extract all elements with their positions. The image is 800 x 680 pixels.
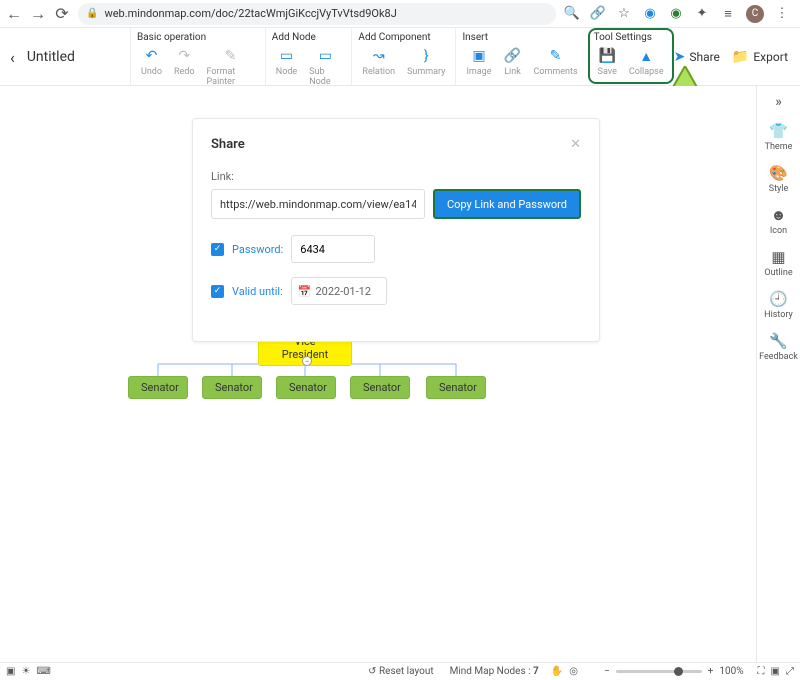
- share-icon: ➤: [674, 49, 686, 65]
- undo-button[interactable]: ↶Undo: [137, 47, 166, 87]
- panel-feedback[interactable]: 🔧Feedback: [759, 332, 798, 362]
- node-senator-5[interactable]: Senator: [426, 376, 486, 399]
- subnode-icon: ▭: [316, 47, 334, 65]
- ext2-icon[interactable]: ◉: [668, 6, 684, 22]
- group-add-node: Add Node ▭Node ▭Sub Node: [265, 28, 352, 86]
- share-dialog: Share ✕ Link: Copy Link and Password ✓ P…: [192, 118, 600, 342]
- present-icon[interactable]: ▣: [6, 666, 15, 677]
- valid-until-checkbox[interactable]: ✓: [211, 285, 224, 298]
- panel-collapse-icon[interactable]: »: [775, 94, 782, 110]
- export-action[interactable]: 📁Export: [732, 49, 788, 65]
- emoji-icon: ☻: [771, 206, 787, 224]
- forward-icon[interactable]: →: [30, 6, 46, 22]
- profile-avatar[interactable]: C: [746, 5, 764, 23]
- group-basic: Basic operation ↶Undo ↷Redo ✎Format Pain…: [130, 28, 265, 86]
- panel-theme[interactable]: 👕Theme: [765, 122, 793, 152]
- reading-list-icon[interactable]: ≡: [720, 6, 736, 22]
- comment-icon: ✎: [547, 47, 565, 65]
- feedback-icon: 🔧: [769, 332, 788, 350]
- theme-icon: 👕: [769, 122, 788, 140]
- share-url-icon[interactable]: 🔗: [590, 6, 606, 22]
- node-senator-3[interactable]: Senator: [276, 376, 336, 399]
- back-icon[interactable]: ←: [6, 6, 22, 22]
- address-bar[interactable]: 🔒 web.mindonmap.com/doc/22tacWmjGiKccjVy…: [78, 3, 556, 25]
- image-icon: ▣: [470, 47, 488, 65]
- link-icon: 🔗: [504, 47, 522, 65]
- close-icon[interactable]: ✕: [570, 137, 581, 152]
- outline-icon: ▦: [771, 248, 785, 266]
- lock-icon: 🔒: [86, 8, 98, 19]
- node-button[interactable]: ▭Node: [272, 47, 301, 87]
- password-checkbox[interactable]: ✓: [211, 243, 224, 256]
- link-label: Link:: [211, 170, 581, 183]
- image-button[interactable]: ▣Image: [462, 47, 495, 77]
- star-icon[interactable]: ☆: [616, 6, 632, 22]
- panel-outline[interactable]: ▦Outline: [764, 248, 792, 278]
- doc-title[interactable]: Untitled: [27, 49, 75, 65]
- browser-right-icons: 🔍 🔗 ☆ ◉ ◉ ✦ ≡ C ⋮: [564, 5, 794, 23]
- brush-icon: ✎: [222, 47, 240, 65]
- fullscreen-icon[interactable]: ⤢: [786, 666, 794, 677]
- collapse-icon: ▲: [637, 47, 655, 65]
- reset-layout-button[interactable]: ↺ Reset layout: [368, 666, 433, 677]
- password-label: Password:: [232, 243, 283, 256]
- keyboard-icon[interactable]: ⌨: [36, 666, 50, 677]
- summary-button[interactable]: }Summary: [403, 47, 449, 77]
- relation-button[interactable]: ↝Relation: [358, 47, 399, 77]
- palette-icon: 🎨: [769, 164, 788, 182]
- node-icon: ▭: [278, 47, 296, 65]
- ext1-icon[interactable]: ◉: [642, 6, 658, 22]
- copy-link-button[interactable]: Copy Link and Password: [433, 189, 581, 219]
- group-add-component: Add Component ↝Relation }Summary: [351, 28, 455, 86]
- node-senator-1[interactable]: Senator: [128, 376, 188, 399]
- zoom-level: 100%: [719, 666, 743, 677]
- status-bar: ▣ ☀ ⌨ ↺ Reset layout Mind Map Nodes : 7 …: [0, 662, 800, 680]
- fit-icon[interactable]: ⛶: [758, 666, 765, 677]
- dialog-title: Share: [211, 137, 245, 152]
- browser-bar: ← → ⟳ 🔒 web.mindonmap.com/doc/22tacWmjGi…: [0, 0, 800, 28]
- comments-button[interactable]: ✎Comments: [530, 47, 582, 77]
- hand-tool-icon[interactable]: ✋: [551, 666, 563, 677]
- canvas[interactable]: Vice President − Senator Senator Senator…: [0, 86, 756, 662]
- target-icon[interactable]: ◎: [569, 666, 578, 677]
- node-senator-4[interactable]: Senator: [350, 376, 410, 399]
- extensions-icon[interactable]: ✦: [694, 6, 710, 22]
- menu-icon[interactable]: ⋮: [774, 6, 790, 22]
- redo-icon: ↷: [175, 47, 193, 65]
- export-icon: 📁: [732, 49, 749, 65]
- group-insert: Insert ▣Image 🔗Link ✎Comments: [455, 28, 587, 86]
- relation-icon: ↝: [370, 47, 388, 65]
- valid-until-input[interactable]: 📅 2022-01-12: [291, 277, 387, 305]
- zoom-out-icon[interactable]: −: [604, 666, 610, 677]
- summary-icon: }: [417, 47, 435, 65]
- right-panel: » 👕Theme 🎨Style ☻Icon ▦Outline 🕘History …: [756, 86, 800, 662]
- valid-until-label: Valid until:: [232, 285, 283, 298]
- calendar-icon: 📅: [298, 285, 312, 298]
- collapse-toggle-node[interactable]: −: [302, 356, 312, 366]
- zoom-icon[interactable]: 🔍: [564, 6, 580, 22]
- subnode-button[interactable]: ▭Sub Node: [305, 47, 345, 87]
- node-senator-2[interactable]: Senator: [202, 376, 262, 399]
- center-icon[interactable]: ▣: [771, 666, 780, 677]
- link-input[interactable]: [211, 189, 425, 219]
- share-action[interactable]: ➤Share: [674, 49, 720, 65]
- zoom-slider[interactable]: [616, 670, 702, 673]
- nodes-count-label: Mind Map Nodes : 7: [450, 666, 539, 677]
- back-arrow-icon[interactable]: ‹: [10, 48, 15, 67]
- save-icon: 💾: [598, 47, 616, 65]
- link-button[interactable]: 🔗Link: [500, 47, 526, 77]
- undo-icon: ↶: [143, 47, 161, 65]
- history-icon: 🕘: [769, 290, 788, 308]
- url-text: web.mindonmap.com/doc/22tacWmjGiKccjVyTv…: [104, 7, 396, 20]
- format-painter-button[interactable]: ✎Format Painter: [203, 47, 259, 87]
- panel-history[interactable]: 🕘History: [764, 290, 793, 320]
- panel-icon[interactable]: ☻Icon: [770, 206, 787, 236]
- reload-icon[interactable]: ⟳: [54, 6, 70, 22]
- panel-style[interactable]: 🎨Style: [769, 164, 789, 194]
- password-input[interactable]: [291, 235, 375, 263]
- brightness-icon[interactable]: ☀: [21, 666, 30, 677]
- zoom-in-icon[interactable]: +: [708, 666, 714, 677]
- redo-button[interactable]: ↷Redo: [170, 47, 199, 87]
- save-button[interactable]: 💾Save: [594, 47, 621, 77]
